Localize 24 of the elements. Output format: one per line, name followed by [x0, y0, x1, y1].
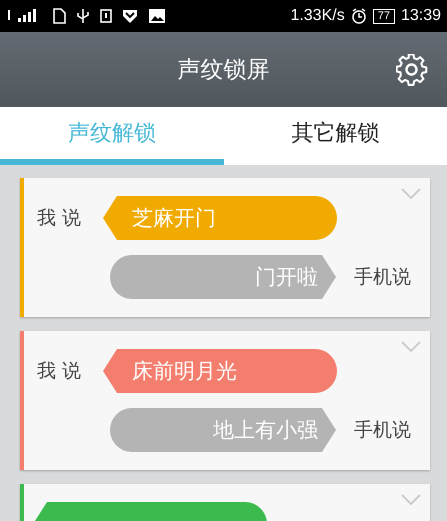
speaker-label: 我 说 — [37, 359, 82, 384]
phrase-card[interactable]: 我 说 床前明月光 地上有小强 手机说 — [20, 331, 430, 470]
network-speed: 1.33K/s — [290, 7, 345, 25]
clock: 13:39 — [400, 7, 441, 25]
chevron-down-icon[interactable] — [401, 341, 421, 353]
battery-level: 77 — [372, 8, 395, 24]
phone-reply-bubble: 地上有小强 — [110, 408, 336, 452]
chevron-down-icon[interactable] — [401, 188, 421, 200]
user-phrase-bubble: 芝麻开门 — [103, 196, 337, 240]
speaker-label: 手机说 — [354, 418, 411, 443]
speaker-label: 我 说 — [37, 206, 82, 231]
settings-icon[interactable] — [396, 54, 428, 86]
user-phrase-bubble: 床前明月光 — [103, 349, 337, 393]
sd-card-icon — [100, 8, 112, 24]
shield-icon — [122, 8, 138, 24]
speaker-label: 手机说 — [354, 265, 411, 290]
phone-reply-bubble: 门开啦 — [110, 255, 336, 299]
alarm-icon — [350, 8, 367, 24]
header-title: 声纹锁屏 — [178, 56, 270, 85]
phrase-card[interactable]: 我 说 芝麻开门 门开啦 手机说 — [20, 178, 430, 317]
sim-icon — [52, 8, 66, 24]
usb-icon — [76, 8, 90, 24]
chevron-down-icon[interactable] — [401, 494, 421, 506]
image-icon — [148, 8, 166, 24]
